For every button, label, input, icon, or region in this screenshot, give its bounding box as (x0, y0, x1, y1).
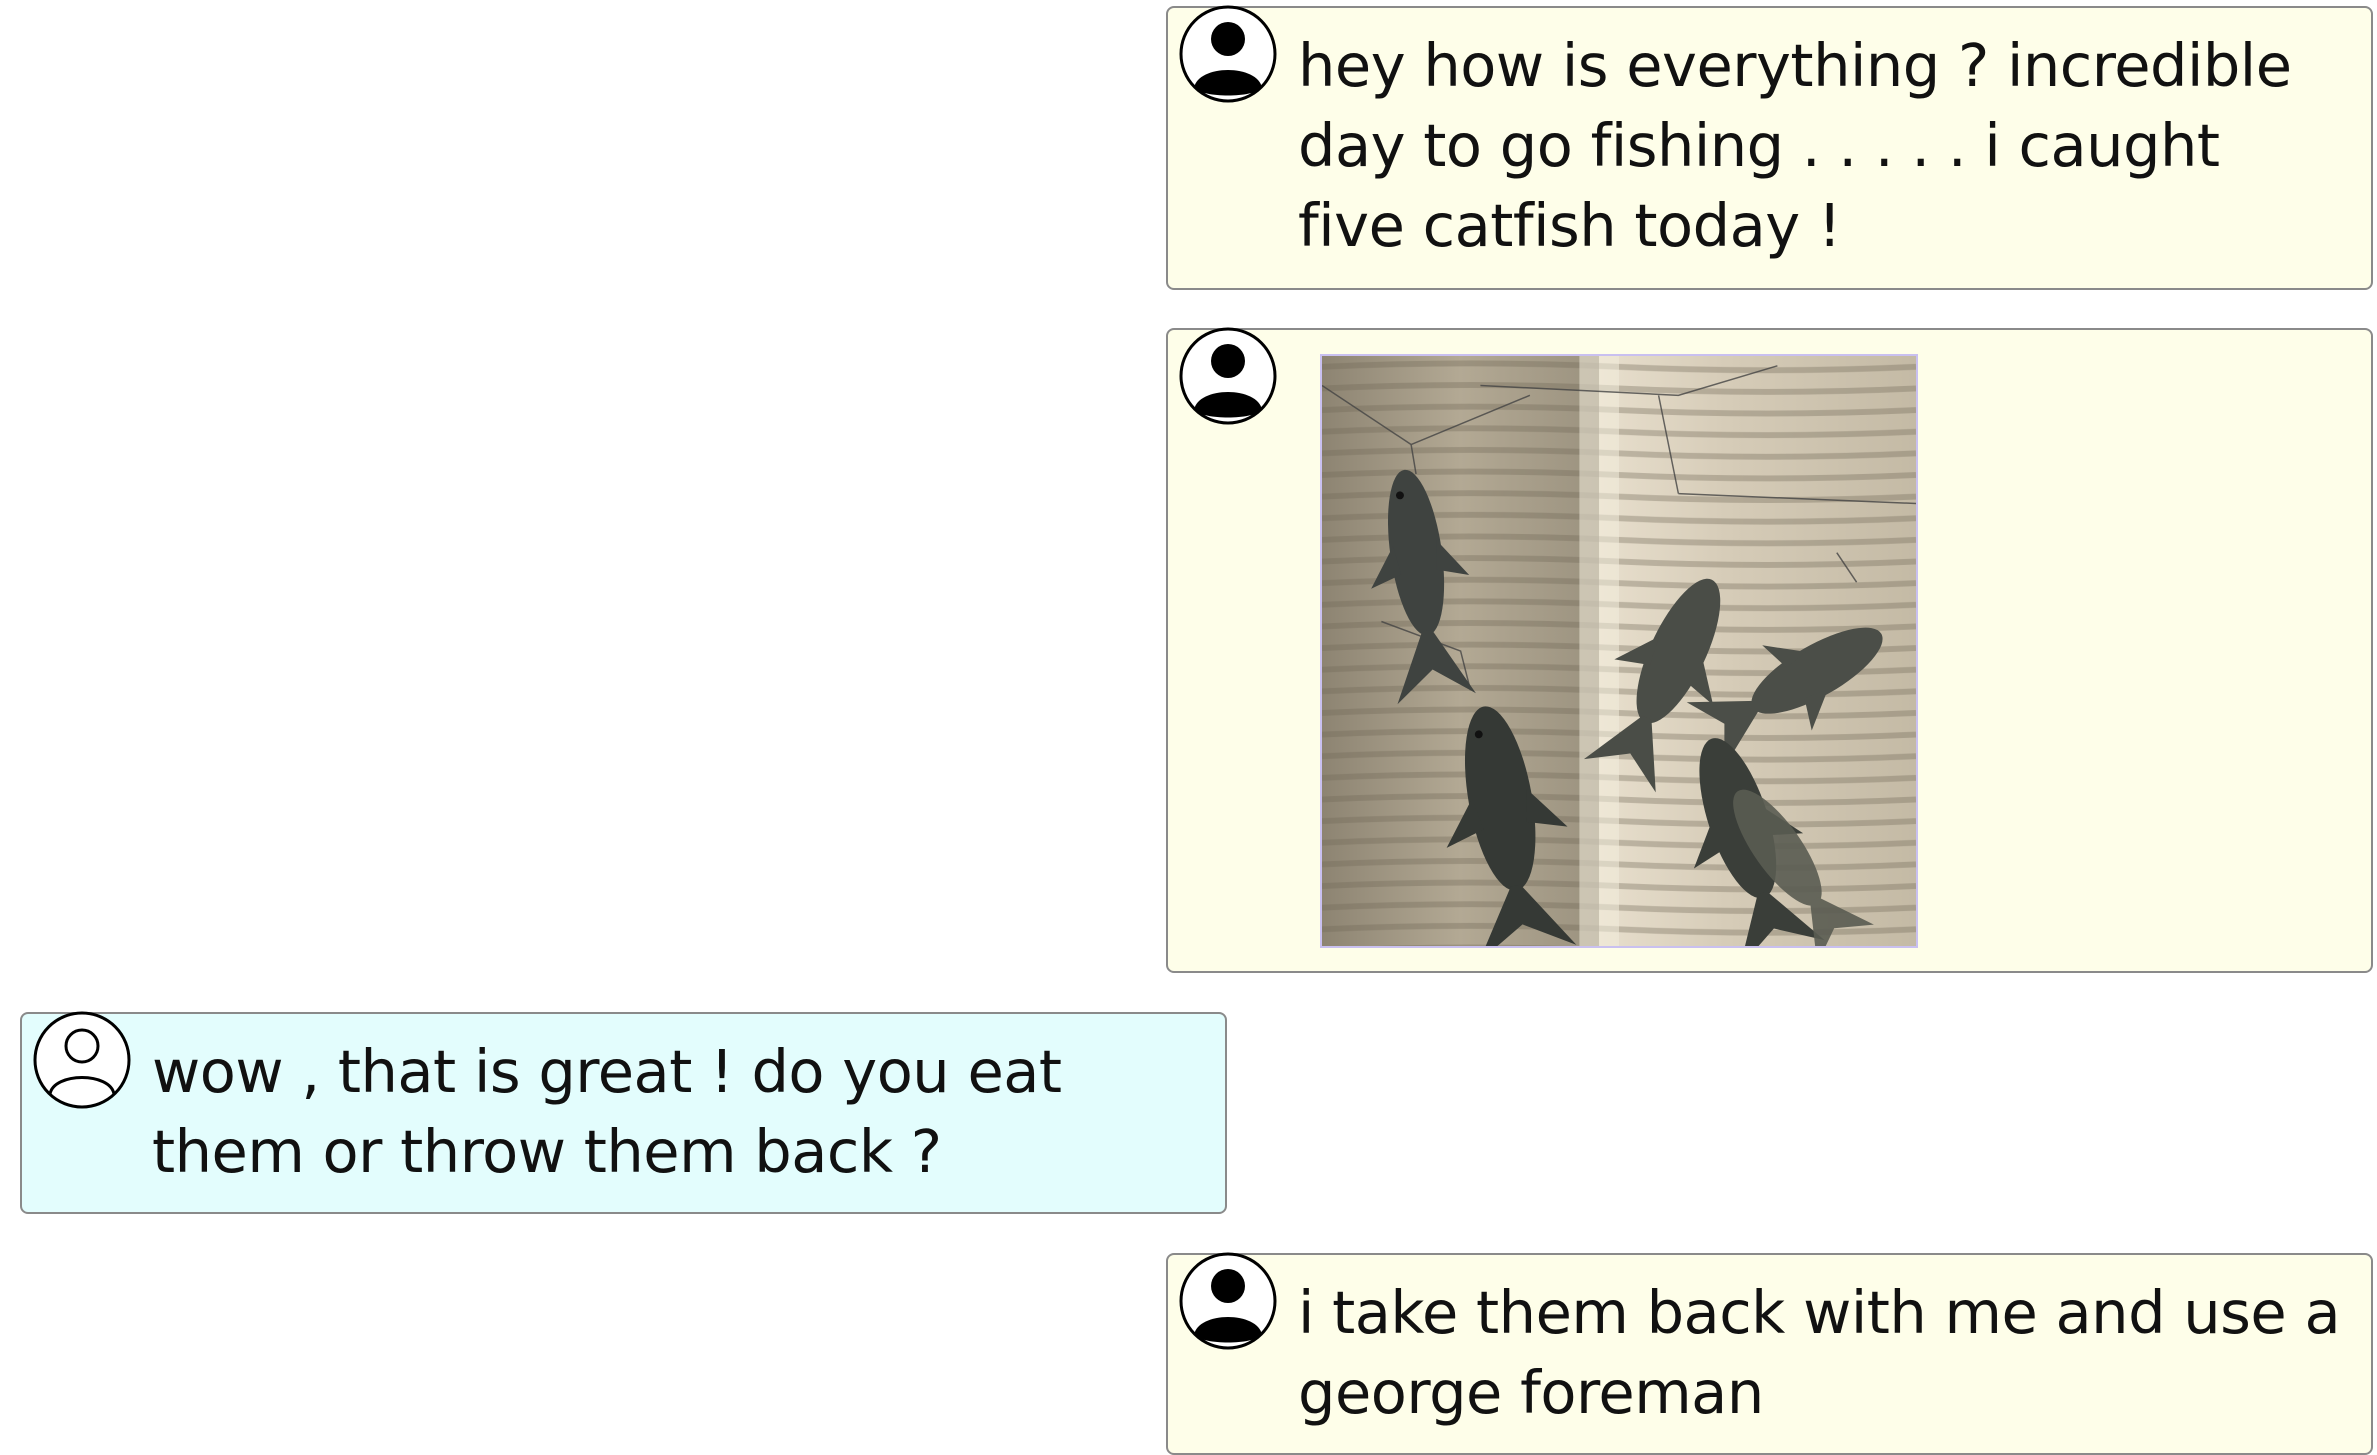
user-filled-icon (1178, 1251, 1278, 1351)
message-text: wow , that is great ! do you eat them or… (152, 1037, 1062, 1186)
user-filled-icon (1178, 326, 1278, 426)
catfish-photo[interactable] (1320, 354, 1918, 948)
message-bubble: hey how is everything ? incredible day t… (1166, 4, 2373, 290)
user-outline-icon (32, 1010, 132, 1110)
user-filled-icon (1178, 4, 1278, 104)
message-text: hey how is everything ? incredible day t… (1298, 31, 2292, 260)
message-bubble: i take them back with me and use a georg… (1166, 1251, 2373, 1455)
message-bubble: wow , that is great ! do you eat them or… (20, 1010, 1227, 1214)
message-bubble (1166, 326, 2373, 973)
message-text: i take them back with me and use a georg… (1298, 1278, 2341, 1427)
